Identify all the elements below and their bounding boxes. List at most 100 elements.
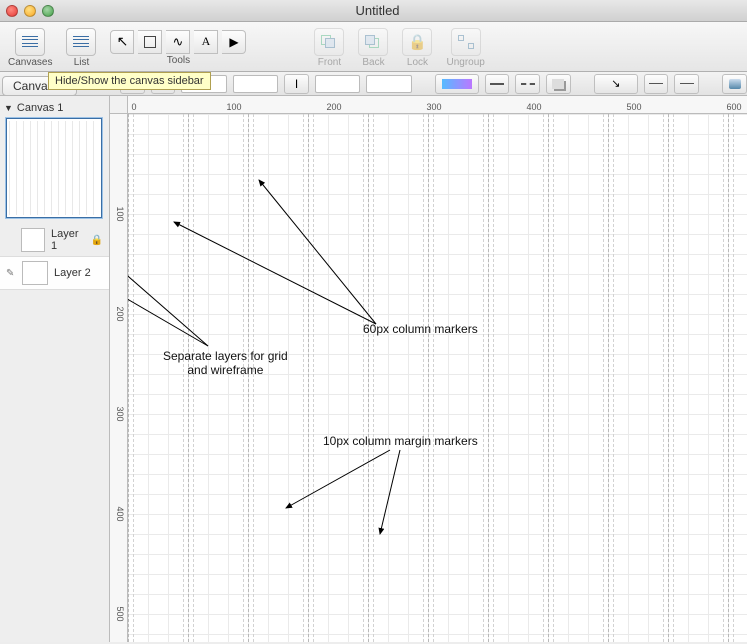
list-icon (73, 35, 89, 49)
canvases-button[interactable] (15, 28, 45, 56)
ruler-h-600: 600 (726, 102, 741, 112)
ruler-h-200: 200 (326, 102, 341, 112)
toolbar-front-group: Front (314, 28, 344, 68)
window-controls (6, 5, 54, 17)
list-button[interactable] (66, 28, 96, 56)
ruler-h-400: 400 (526, 102, 541, 112)
canvas-item[interactable]: ▼ Canvas 1 (0, 100, 109, 116)
workspace: ▼ Canvas 1 Layer 1 🔒 ✎ Layer 2 0 100 200… (0, 96, 747, 642)
ungroup-button[interactable] (451, 28, 481, 56)
back-label: Back (362, 57, 384, 68)
canvases-tooltip: Hide/Show the canvas sidebar (48, 72, 211, 90)
ruler-h-100: 100 (226, 102, 241, 112)
canvases-sidebar: ▼ Canvas 1 Layer 1 🔒 ✎ Layer 2 (0, 96, 110, 642)
tool-expand[interactable]: ▶ (222, 30, 246, 54)
ruler-v-400: 400 (115, 506, 125, 521)
toolbar-tools-group: ↖ ∿ A ▶ Tools (110, 30, 246, 66)
toolbar-canvases-group: Canvases (8, 28, 52, 68)
line-end-icon (680, 83, 694, 84)
front-label: Front (318, 57, 341, 68)
cursor-icon: ↖ (117, 33, 129, 50)
opt-line-mid[interactable] (644, 74, 669, 94)
toolbar: Canvases List ↖ ∿ A ▶ Tools Front Back 🔒… (0, 22, 747, 72)
ruler-v-200: 200 (115, 306, 125, 321)
stroke-dash-icon (521, 83, 535, 85)
tool-shape[interactable] (138, 30, 162, 54)
layer-thumb-1 (21, 228, 45, 252)
lock-icon[interactable]: 🔒 (91, 235, 103, 246)
pencil-icon: ✎ (6, 268, 16, 279)
canvas-area: 0 100 200 300 400 500 600 100 200 300 40… (110, 96, 747, 642)
toolbar-ungroup-group: Ungroup (446, 28, 484, 68)
text-cursor-icon: I (295, 77, 298, 91)
canvas-thumbnail[interactable] (6, 118, 102, 218)
opt-y-field[interactable] (233, 75, 278, 93)
lock-label: Lock (407, 57, 428, 68)
opt-stroke-dash[interactable] (515, 74, 540, 94)
front-button[interactable] (314, 28, 344, 56)
lock-icon: 🔒 (408, 33, 427, 51)
ungroup-icon (458, 35, 474, 49)
tool-line[interactable]: ∿ (166, 30, 190, 54)
canvases-icon (22, 35, 38, 49)
back-button[interactable] (358, 28, 388, 56)
toolbar-list-group: List (66, 28, 96, 68)
toolbar-lock-group: 🔒 Lock (402, 28, 432, 68)
send-back-icon (365, 35, 381, 49)
tools-label: Tools (167, 55, 190, 66)
ruler-v-100: 100 (115, 206, 125, 221)
opt-inspector[interactable] (722, 74, 747, 94)
minimize-icon[interactable] (24, 5, 36, 17)
ungroup-label: Ungroup (446, 57, 484, 68)
layer-thumb-2 (22, 261, 48, 285)
ruler-v-500: 500 (115, 606, 125, 621)
canvas-page[interactable]: Separate layers for grid and wireframe 6… (128, 114, 747, 642)
annotation-layers: Separate layers for grid and wireframe (163, 349, 288, 377)
toolbar-back-group: Back (358, 28, 388, 68)
close-icon[interactable] (6, 5, 18, 17)
opt-w-field[interactable] (315, 75, 360, 93)
chevron-right-icon: ▶ (229, 35, 238, 49)
lock-button[interactable]: 🔒 (402, 28, 432, 56)
ruler-corner (110, 96, 128, 114)
stroke-solid-icon (490, 83, 504, 85)
tool-select[interactable]: ↖ (110, 30, 134, 54)
tool-text[interactable]: A (194, 30, 218, 54)
window-title: Untitled (54, 3, 701, 18)
canvas-name: Canvas 1 (17, 102, 63, 114)
zoom-icon[interactable] (42, 5, 54, 17)
opt-text-tool[interactable]: I (284, 74, 309, 94)
layer-row-1[interactable]: Layer 1 🔒 (0, 224, 109, 256)
ruler-h-0: 0 (131, 102, 136, 112)
titlebar: Untitled (0, 0, 747, 22)
ruler-h-300: 300 (426, 102, 441, 112)
text-icon: A (202, 34, 211, 49)
line-icon: ∿ (173, 34, 184, 50)
inspector-icon (729, 79, 741, 89)
opt-h-field[interactable] (366, 75, 411, 93)
canvases-label: Canvases (8, 57, 52, 68)
disclosure-triangle-icon[interactable]: ▼ (4, 103, 13, 113)
opt-line-start[interactable]: ↘ (594, 74, 638, 94)
ruler-horizontal[interactable]: 0 100 200 300 400 500 600 (128, 96, 747, 114)
ruler-vertical[interactable]: 100 200 300 400 500 (110, 114, 128, 642)
fill-swatch-icon (442, 79, 472, 89)
ruler-h-500: 500 (626, 102, 641, 112)
annotation-col60: 60px column markers (363, 322, 478, 336)
layer-row-2[interactable]: ✎ Layer 2 (0, 256, 109, 290)
opt-stroke-solid[interactable] (485, 74, 510, 94)
opt-fill[interactable] (435, 74, 479, 94)
square-icon (144, 36, 156, 48)
ruler-v-300: 300 (115, 406, 125, 421)
opt-shadow[interactable] (546, 74, 571, 94)
line-start-icon: ↘ (611, 77, 620, 90)
column-guides (128, 114, 747, 642)
line-mid-icon (649, 83, 663, 84)
layer-2-name: Layer 2 (54, 267, 91, 279)
opt-line-end[interactable] (674, 74, 699, 94)
layer-1-name: Layer 1 (51, 228, 85, 252)
shadow-icon (552, 79, 564, 89)
bring-front-icon (321, 35, 337, 49)
annotation-margin10: 10px column margin markers (323, 434, 478, 448)
list-label: List (74, 57, 90, 68)
